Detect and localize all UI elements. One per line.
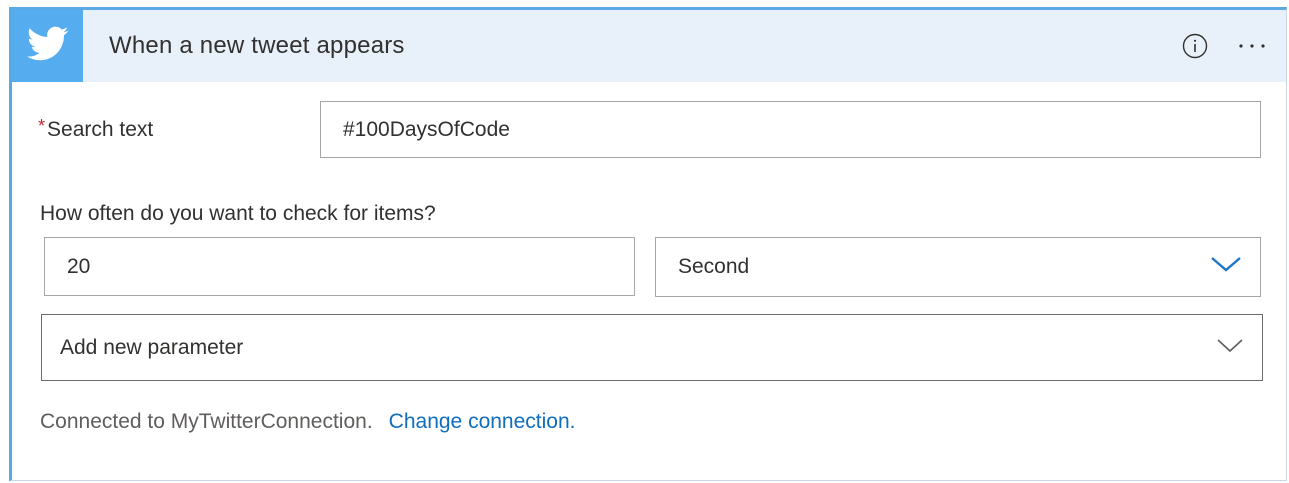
add-parameter-dropdown[interactable]: Add new parameter [41,314,1263,381]
more-options-icon[interactable] [1234,32,1270,60]
chevron-down-icon [1210,255,1242,279]
interval-value: 20 [67,254,91,278]
search-text-label-text: Search text [47,118,154,141]
trigger-title: When a new tweet appears [109,32,405,59]
interval-input[interactable]: 20 [44,237,635,296]
frequency-unit-value: Second [678,255,750,278]
frequency-unit-dropdown[interactable]: Second [655,237,1261,297]
required-marker: * [38,116,46,136]
add-parameter-placeholder: Add new parameter [60,335,244,359]
twitter-bird-icon [26,26,69,67]
search-text-input[interactable]: #100DaysOfCode [320,101,1261,158]
change-connection-link[interactable]: Change connection. [389,410,576,433]
connection-status: Connected to MyTwitterConnection. [40,410,373,433]
frequency-question: How often do you want to check for items… [40,202,436,225]
search-text-value: #100DaysOfCode [343,117,510,141]
trigger-header[interactable]: When a new tweet appears [12,10,1286,82]
search-text-label: *Search text [38,116,154,142]
connection-footer: Connected to MyTwitterConnection. Change … [40,410,575,434]
chevron-down-icon [1216,336,1244,360]
info-icon[interactable] [1181,32,1209,60]
brand-tile [12,10,83,82]
trigger-card: When a new tweet appears *Search text #1… [9,7,1287,481]
